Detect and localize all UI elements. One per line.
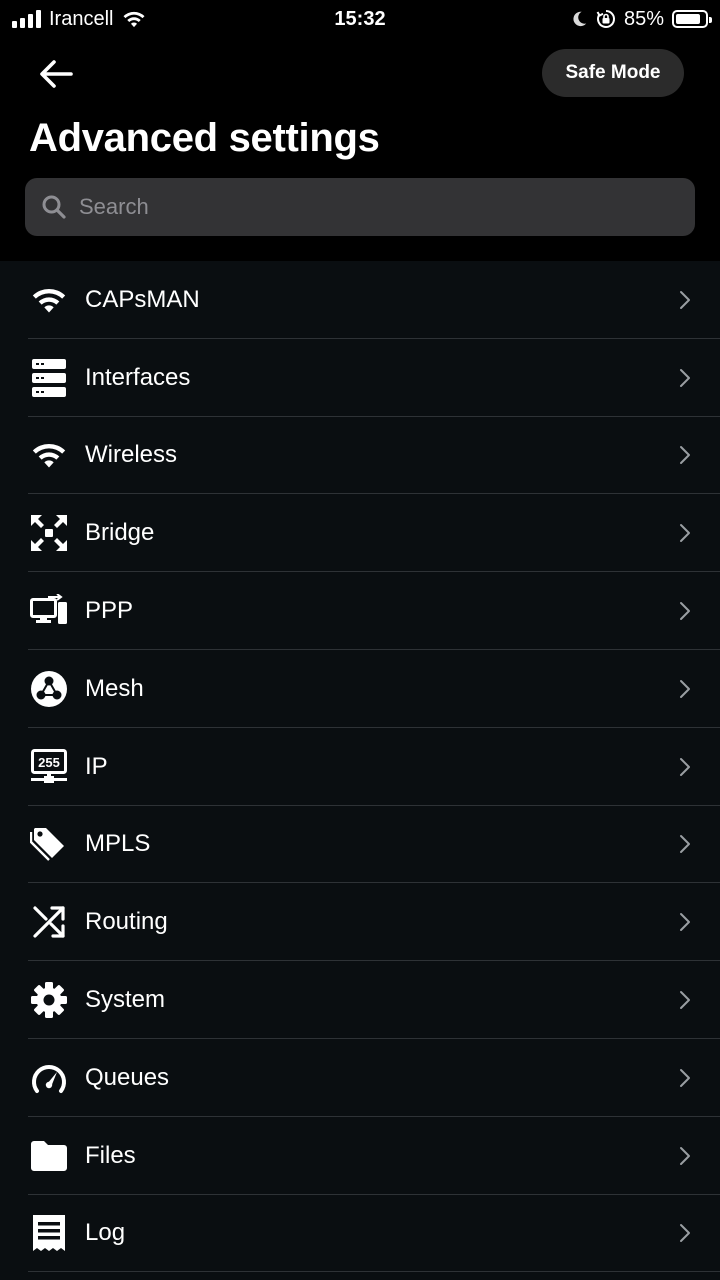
chevron-right-icon	[678, 911, 692, 933]
menu-item-label: IP	[85, 752, 108, 780]
menu-item-label: Bridge	[85, 519, 155, 547]
menu-item-capsman[interactable]: CAPsMAN	[0, 261, 720, 339]
folder-icon	[28, 1135, 70, 1177]
settings-menu: CAPsMAN Interfaces Wireless Bridge PPP M…	[0, 261, 720, 1280]
menu-item-log[interactable]: Log	[0, 1195, 720, 1273]
menu-item-label: System	[85, 986, 166, 1014]
menu-item-wireless[interactable]: Wireless	[0, 417, 720, 495]
arrow-left-icon	[40, 60, 73, 88]
menu-item-label: PPP	[85, 597, 134, 625]
menu-item-system[interactable]: System	[0, 961, 720, 1039]
menu-item-label: Log	[85, 1219, 126, 1247]
search-input[interactable]	[79, 194, 639, 220]
chevron-right-icon	[678, 444, 692, 466]
menu-item-label: Files	[85, 1141, 136, 1169]
chevron-right-icon	[678, 522, 692, 544]
menu-item-label: Queues	[85, 1063, 170, 1091]
search-bar[interactable]	[25, 178, 695, 236]
desktop-transfer-icon	[28, 590, 70, 632]
mesh-icon	[28, 668, 70, 710]
tags-icon	[28, 823, 70, 865]
expand-arrows-icon	[28, 512, 70, 554]
menu-item-label: MPLS	[85, 830, 151, 858]
log-list-icon	[28, 1212, 70, 1254]
shuffle-icon	[28, 901, 70, 943]
menu-item-label: Interfaces	[85, 363, 191, 391]
menu-item-ppp[interactable]: PPP	[0, 572, 720, 650]
chevron-right-icon	[678, 1067, 692, 1089]
menu-item-queues[interactable]: Queues	[0, 1039, 720, 1117]
chevron-right-icon	[678, 1222, 692, 1244]
menu-item-routing[interactable]: Routing	[0, 883, 720, 961]
chevron-right-icon	[678, 756, 692, 778]
menu-item-label: Mesh	[85, 674, 144, 702]
chevron-right-icon	[678, 289, 692, 311]
menu-item-bridge[interactable]: Bridge	[0, 494, 720, 572]
menu-item-mesh[interactable]: Mesh	[0, 650, 720, 728]
chevron-right-icon	[678, 989, 692, 1011]
battery-percent: 85%	[623, 8, 664, 30]
ip-255-icon: 255	[28, 746, 70, 788]
wifi-icon	[28, 279, 70, 321]
svg-text:255: 255	[38, 755, 60, 770]
speedometer-icon	[28, 1057, 70, 1099]
menu-item-label: Wireless	[85, 441, 178, 469]
safe-mode-button[interactable]: Safe Mode	[542, 49, 684, 97]
moon-icon	[573, 11, 587, 27]
gear-icon	[28, 979, 70, 1021]
page-title: Advanced settings	[29, 116, 380, 160]
status-bar: Irancell 15:32 85%	[0, 0, 720, 38]
battery-icon	[672, 10, 712, 28]
chevron-right-icon	[678, 600, 692, 622]
menu-item-mpls[interactable]: MPLS	[0, 806, 720, 884]
menu-item-label: CAPsMAN	[85, 285, 200, 313]
back-button[interactable]	[32, 52, 80, 96]
chevron-right-icon	[678, 678, 692, 700]
search-icon	[42, 195, 66, 219]
server-icon	[28, 357, 70, 399]
chevron-right-icon	[678, 367, 692, 389]
chevron-right-icon	[678, 1145, 692, 1167]
menu-item-files[interactable]: Files	[0, 1117, 720, 1195]
menu-item-label: Routing	[85, 908, 168, 936]
orientation-lock-icon	[596, 10, 615, 28]
menu-item-interfaces[interactable]: Interfaces	[0, 339, 720, 417]
menu-item-ip[interactable]: 255 IP	[0, 728, 720, 806]
chevron-right-icon	[678, 833, 692, 855]
wifi-icon	[28, 434, 70, 476]
